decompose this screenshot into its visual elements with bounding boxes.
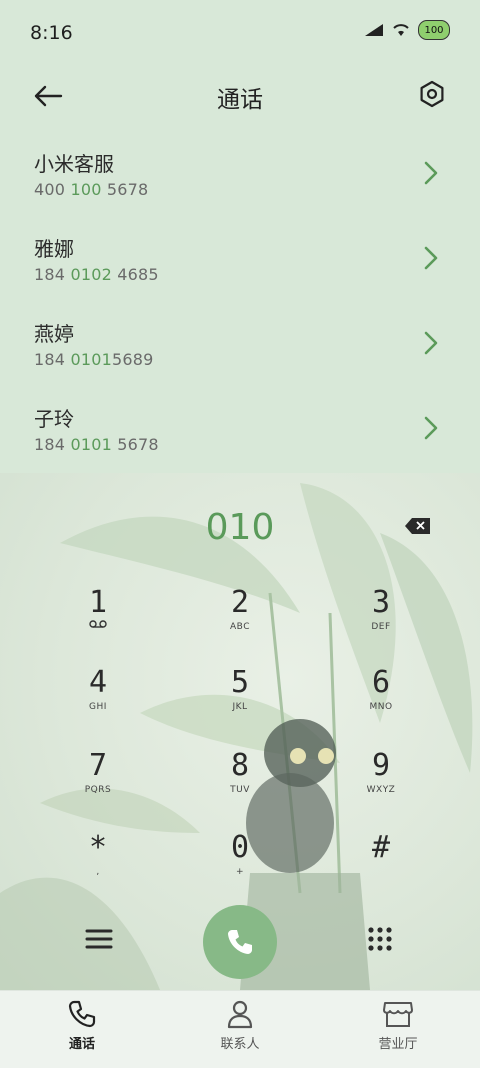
page-title: 通话 <box>217 87 263 113</box>
tab-calls-label: 通话 <box>68 1037 95 1052</box>
contact-suggestion-list: 小米客服 400 100 5678 雅娜 184 0102 4685 燕婷 18… <box>0 130 480 470</box>
chevron-right-icon[interactable] <box>420 160 442 186</box>
contact-row[interactable]: 雅娜 184 0102 4685 <box>0 215 480 300</box>
tab-store[interactable]: 营业厅 <box>348 999 448 1052</box>
key-0[interactable]: 0 + <box>190 831 290 897</box>
key-4[interactable]: 4 GHI <box>48 666 148 732</box>
key-2[interactable]: 2 ABC <box>190 586 290 652</box>
gear-icon <box>420 80 444 108</box>
contact-number: 184 0102 4685 <box>34 265 159 284</box>
key-hash[interactable]: # <box>331 831 431 897</box>
chevron-right-icon[interactable] <box>420 245 442 271</box>
contact-name: 雅娜 <box>34 237 74 261</box>
status-bar: 8:16 100 <box>0 0 480 66</box>
tab-contacts-label: 联系人 <box>220 1037 260 1052</box>
key-6[interactable]: 6 MNO <box>331 666 431 732</box>
phone-icon <box>68 1000 96 1028</box>
dialpad: 010 1 2 ABC 3 DEF 4 GHI 5 JKL 6 MNO 7 PQRS 8 TU… <box>0 473 480 990</box>
status-time: 8:16 <box>30 22 73 44</box>
key-9[interactable]: 9 WXYZ <box>331 749 431 815</box>
status-icons: 100 <box>364 20 450 40</box>
store-icon <box>383 1002 413 1027</box>
contact-name: 子玲 <box>34 407 74 431</box>
contact-number: 184 01015689 <box>34 350 154 369</box>
wifi-icon <box>393 24 409 36</box>
person-icon <box>227 1000 253 1029</box>
backspace-icon[interactable] <box>404 517 432 535</box>
key-3[interactable]: 3 DEF <box>331 586 431 652</box>
menu-icon[interactable] <box>84 925 114 953</box>
key-5[interactable]: 5 JKL <box>190 666 290 732</box>
key-1[interactable]: 1 <box>48 586 148 652</box>
contact-row[interactable]: 子玲 184 0101 5678 <box>0 385 480 470</box>
contact-name: 燕婷 <box>34 322 74 346</box>
contact-number: 184 0101 5678 <box>34 435 159 454</box>
tab-calls[interactable]: 通话 <box>32 999 132 1052</box>
voicemail-icon <box>89 620 107 628</box>
bottom-nav: 通话 联系人 营业厅 <box>0 990 480 1068</box>
key-star[interactable]: *, <box>48 831 148 897</box>
call-button[interactable] <box>203 905 277 979</box>
contact-name: 小米客服 <box>34 152 114 176</box>
contact-row[interactable]: 燕婷 184 01015689 <box>0 300 480 385</box>
dialpad-toggle-icon[interactable] <box>366 925 394 953</box>
tab-contacts[interactable]: 联系人 <box>190 999 290 1052</box>
chevron-right-icon[interactable] <box>420 415 442 441</box>
phone-icon <box>228 930 252 954</box>
tab-store-label: 营业厅 <box>378 1037 418 1052</box>
battery-icon: 100 <box>418 20 450 40</box>
header: 通话 <box>0 66 480 126</box>
settings-button[interactable] <box>414 76 450 112</box>
chevron-right-icon[interactable] <box>420 330 442 356</box>
contact-number: 400 100 5678 <box>34 180 149 199</box>
key-7[interactable]: 7 PQRS <box>48 749 148 815</box>
contact-row[interactable]: 小米客服 400 100 5678 <box>0 130 480 215</box>
key-8[interactable]: 8 TUV <box>190 749 290 815</box>
signal-icon <box>365 24 383 36</box>
